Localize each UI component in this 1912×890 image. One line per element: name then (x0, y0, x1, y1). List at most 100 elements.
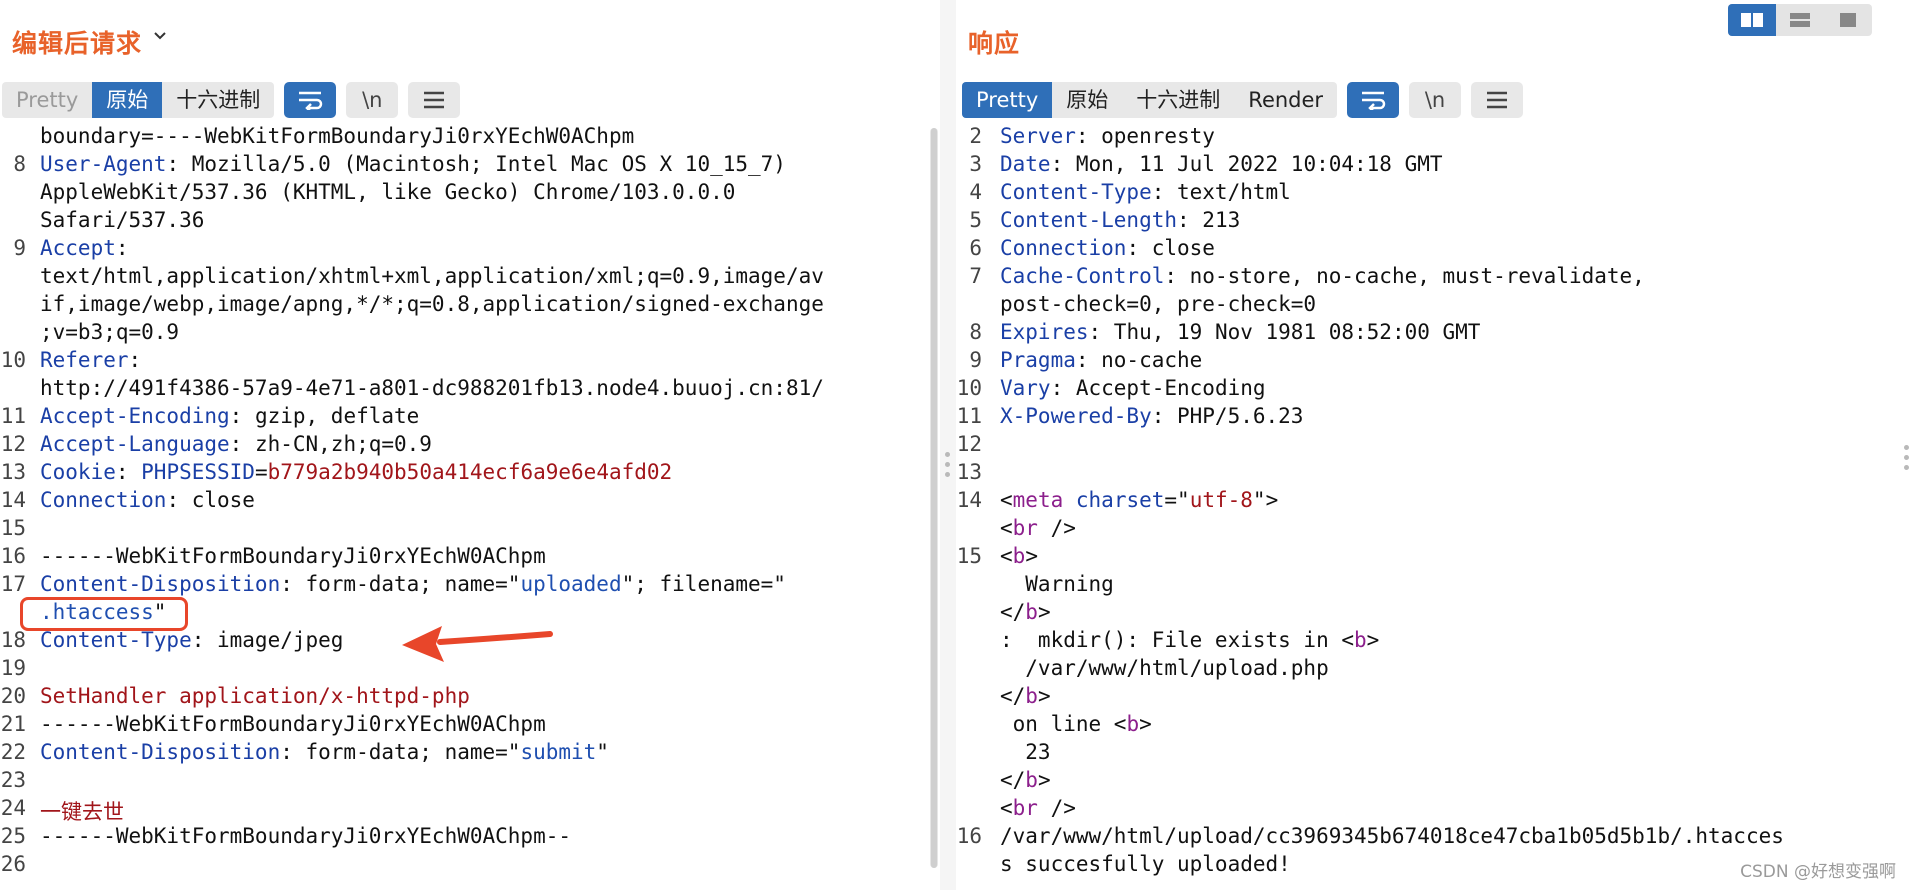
code-line: Cache-Control: no-store, no-cache, must-… (1000, 264, 1645, 288)
code-line: 一键去世 (40, 800, 124, 824)
code-line: </b> (1000, 684, 1051, 708)
code-line: http://491f4386-57a9-4e71-a801-dc988201f… (40, 376, 824, 400)
tab-十六进制[interactable]: 十六进制 (1122, 82, 1234, 118)
code-line: Server: openresty (1000, 124, 1215, 148)
line-number: 15 (0, 516, 26, 540)
code-line: Cookie: PHPSESSID=b779a2b940b50a414ecf6a… (40, 460, 673, 484)
line-number: 18 (0, 628, 26, 652)
code-line: 23 (1000, 740, 1051, 764)
line-number: 10 (956, 376, 982, 400)
tab-十六进制[interactable]: 十六进制 (162, 82, 274, 118)
code-line: Pragma: no-cache (1000, 348, 1203, 372)
request-scrollbar[interactable] (930, 128, 938, 868)
code-line: Date: Mon, 11 Jul 2022 10:04:18 GMT (1000, 152, 1443, 176)
wrap-icon[interactable] (1347, 82, 1400, 118)
newline-toggle[interactable]: \n (346, 82, 399, 118)
tab-pretty[interactable]: Pretty (2, 82, 92, 118)
layout-toggle (1728, 4, 1872, 36)
code-line: <b> (1000, 544, 1038, 568)
request-editor[interactable]: boundary=----WebKitFormBoundaryJi0rxYEch… (0, 124, 918, 890)
tab-pretty[interactable]: Pretty (962, 82, 1053, 118)
line-number: 9 (969, 348, 982, 372)
response-viewer[interactable]: 2 Server: openresty 3 Date: Mon, 11 Jul 202… (956, 124, 1890, 890)
line-number: 22 (0, 740, 26, 764)
panel-splitter[interactable] (940, 0, 956, 890)
code-line: Connection: close (1000, 236, 1215, 260)
code-line: Warning (1000, 572, 1114, 596)
response-view-tabs: Pretty 原始 十六进制 Render (962, 82, 1338, 118)
code-line: ------WebKitFormBoundaryJi0rxYEchW0AChpm (40, 544, 546, 568)
menu-icon[interactable] (408, 82, 461, 118)
line-number: 17 (0, 572, 26, 596)
layout-single-icon[interactable] (1824, 4, 1872, 36)
line-number: 9 (13, 236, 26, 260)
code-line: Connection: close (40, 488, 255, 512)
code-line: User-Agent: Mozilla/5.0 (Macintosh; Inte… (40, 152, 786, 176)
code-line: X-Powered-By: PHP/5.6.23 (1000, 404, 1304, 428)
line-number: 6 (969, 236, 982, 260)
code-line: post-check=0, pre-check=0 (1000, 292, 1317, 316)
watermark: CSDN @好想变强啊 (1740, 862, 1896, 882)
arrow-annotation-icon (402, 626, 553, 662)
code-line: <br /> (1000, 796, 1076, 820)
line-number: 8 (969, 320, 982, 344)
code-line: Content-Disposition: form-data; name="su… (40, 740, 609, 764)
request-panel: 编辑后请求 Pretty 原始 十六进制 \n boundary=----WebKi… (0, 0, 940, 890)
line-number: 3 (969, 152, 982, 176)
line-number: 23 (0, 768, 26, 792)
code-line: boundary=----WebKitFormBoundaryJi0rxYEch… (40, 124, 635, 148)
line-number: 24 (0, 796, 26, 820)
code-line: : mkdir(): File exists in <b> (1000, 628, 1380, 652)
response-panel: 响应 Pretty 原始 十六进制 Render \n 2 Server: openre… (956, 0, 1912, 890)
line-number: 14 (956, 488, 982, 512)
code-line: Accept: (40, 236, 129, 260)
code-line: ;v=b3;q=0.9 (40, 320, 180, 344)
menu-icon[interactable] (1471, 82, 1524, 118)
line-number: 5 (969, 208, 982, 232)
code-line: Safari/537.36 (40, 208, 205, 232)
code-line: AppleWebKit/537.36 (KHTML, like Gecko) C… (40, 180, 736, 204)
line-number: 19 (0, 656, 26, 680)
line-number: 13 (956, 460, 982, 484)
code-line: ------WebKitFormBoundaryJi0rxYEchW0AChpm… (40, 824, 572, 848)
code-line: text/html,application/xhtml+xml,applicat… (40, 264, 824, 288)
tab-原始[interactable]: 原始 (1052, 82, 1122, 118)
tab-原始[interactable]: 原始 (92, 82, 163, 118)
code-line: <br /> (1000, 516, 1076, 540)
chevron-down-icon[interactable] (154, 30, 166, 42)
line-number: 26 (0, 852, 26, 876)
line-number: 4 (969, 180, 982, 204)
code-line: if,image/webp,image/apng,*/*;q=0.8,appli… (40, 292, 824, 316)
wrap-icon[interactable] (284, 82, 337, 118)
line-number: 12 (956, 432, 982, 456)
code-line: Accept-Encoding: gzip, deflate (40, 404, 420, 428)
code-line: s succesfully uploaded! (1000, 852, 1291, 876)
code-line: Expires: Thu, 19 Nov 1981 08:52:00 GMT (1000, 320, 1481, 344)
line-number: 21 (0, 712, 26, 736)
code-line: Vary: Accept-Encoding (1000, 376, 1266, 400)
line-number: 16 (956, 824, 982, 848)
line-number: 20 (0, 684, 26, 708)
tab-render[interactable]: Render (1234, 82, 1337, 118)
newline-toggle[interactable]: \n (1409, 82, 1462, 118)
layout-stacked-icon[interactable] (1776, 4, 1824, 36)
line-number: 8 (13, 152, 26, 176)
line-number: 12 (0, 432, 26, 456)
code-line: Referer: (40, 348, 142, 372)
code-line: Content-Length: 213 (1000, 208, 1241, 232)
code-line: Content-Disposition: form-data; name="up… (40, 572, 786, 596)
line-number: 13 (0, 460, 26, 484)
line-number: 10 (0, 348, 26, 372)
code-line: Content-Type: image/jpeg (40, 628, 344, 652)
code-line: Content-Type: text/html (1000, 180, 1291, 204)
line-number: 11 (956, 404, 982, 428)
layout-side-by-side-icon[interactable] (1728, 4, 1776, 36)
line-number: 25 (0, 824, 26, 848)
request-panel-title: 编辑后请求 (12, 29, 143, 58)
response-panel-title: 响应 (968, 29, 1021, 58)
code-line: SetHandler application/x-httpd-php (40, 684, 470, 708)
code-line: ------WebKitFormBoundaryJi0rxYEchW0AChpm (40, 712, 546, 736)
line-number: 14 (0, 488, 26, 512)
line-number: 16 (0, 544, 26, 568)
code-line: Accept-Language: zh-CN,zh;q=0.9 (40, 432, 432, 456)
